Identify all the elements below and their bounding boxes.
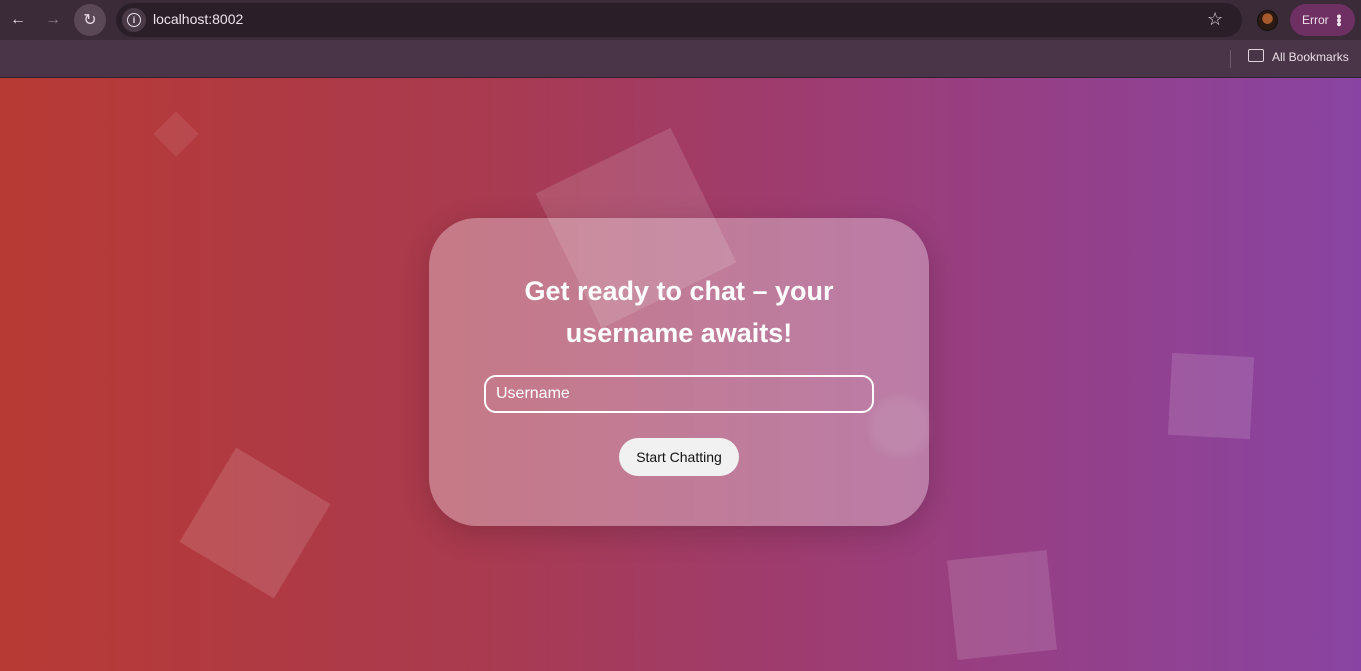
- profile-error-button[interactable]: Error •••: [1290, 4, 1355, 36]
- star-icon[interactable]: ☆: [1207, 8, 1223, 30]
- site-info-icon[interactable]: i: [122, 8, 146, 32]
- profile-avatar[interactable]: [1257, 10, 1278, 31]
- decorative-square: [179, 447, 331, 599]
- page-title: Get ready to chat – your username awaits…: [524, 276, 834, 348]
- login-card: Get ready to chat – your username awaits…: [429, 218, 929, 526]
- folder-icon[interactable]: [1248, 49, 1264, 62]
- url-text[interactable]: localhost:8002: [153, 11, 243, 27]
- address-bar[interactable]: [116, 3, 1242, 37]
- all-bookmarks-button[interactable]: All Bookmarks: [1272, 50, 1349, 64]
- page-background: Get ready to chat – your username awaits…: [0, 78, 1361, 671]
- decorative-square: [947, 550, 1057, 660]
- browser-toolbar: ← → ↻ i localhost:8002 ☆ Error •••: [0, 0, 1361, 40]
- back-icon[interactable]: ←: [2, 4, 34, 36]
- reload-icon[interactable]: ↻: [74, 4, 106, 36]
- forward-icon[interactable]: →: [37, 4, 69, 36]
- bookmarks-separator: [1230, 50, 1231, 68]
- decorative-square: [153, 111, 199, 157]
- username-input[interactable]: [484, 375, 874, 413]
- start-chatting-button[interactable]: Start Chatting: [619, 438, 739, 476]
- bookmarks-bar: [0, 40, 1361, 78]
- more-icon[interactable]: •••: [1332, 14, 1348, 26]
- profile-error-label: Error: [1302, 13, 1329, 27]
- decorative-square: [1167, 352, 1255, 440]
